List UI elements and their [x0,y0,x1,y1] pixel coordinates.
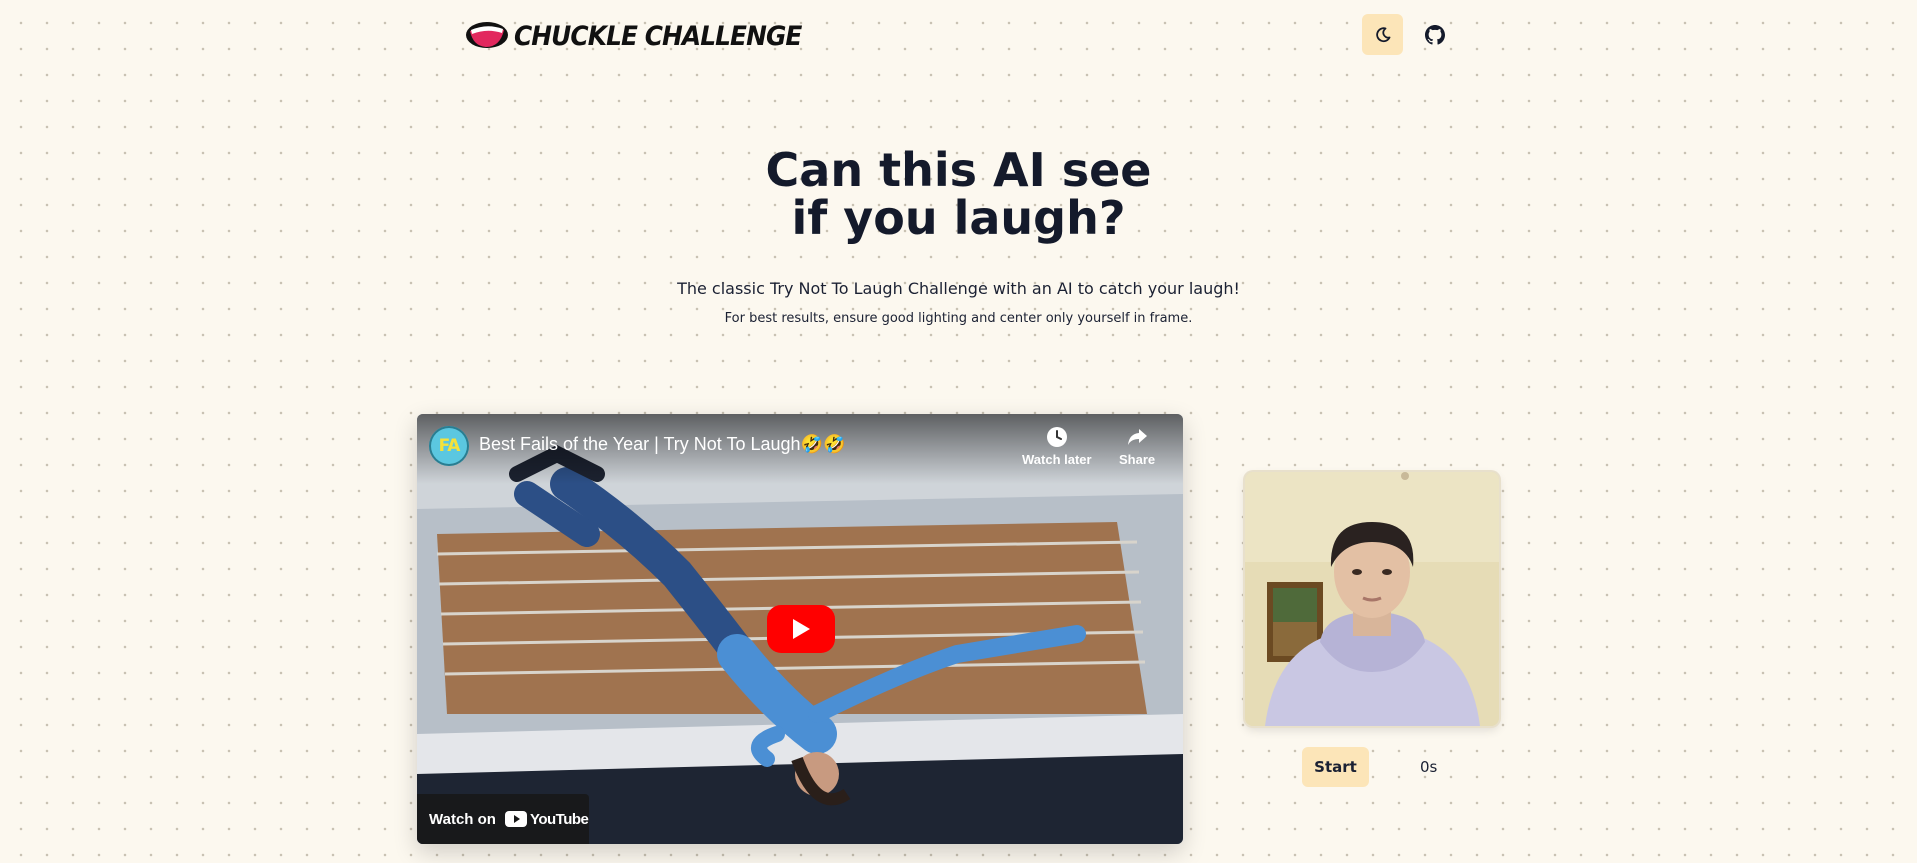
clock-icon [1046,427,1067,447]
github-icon [1424,24,1445,45]
page-title-line-1: Can this AI see [765,143,1152,197]
watch-on-youtube-link[interactable]: Watch on YouTube [417,794,589,844]
webcam-preview [1245,472,1499,726]
page-title: Can this AI see if you laugh? [0,146,1917,242]
share-icon [1128,429,1148,445]
youtube-icon [504,811,527,827]
channel-avatar[interactable]: FA [429,426,469,466]
watch-later-button[interactable]: Watch later [1022,426,1092,467]
timer-display: 0s [1420,758,1438,776]
share-label: Share [1119,452,1156,467]
youtube-logo: YouTube [504,810,589,828]
video-title[interactable]: Best Fails of the Year | Try Not To Laug… [479,434,845,455]
theme-toggle-button[interactable] [1362,14,1403,55]
play-icon [793,619,810,639]
app-logo[interactable]: CHUCKLE CHALLENGE [464,18,826,54]
moon-icon [1375,26,1390,42]
laughing-mouth-icon [466,22,508,48]
start-button[interactable]: Start [1302,747,1369,787]
github-link[interactable] [1414,14,1455,55]
play-button[interactable] [767,605,835,653]
lighting-hint: For best results, ensure good lighting a… [724,311,1193,326]
page-title-line-2: if you laugh? [791,191,1126,245]
youtube-wordmark: YouTube [529,810,589,828]
page-subtitle: The classic Try Not To Laugh Challenge w… [677,279,1240,298]
logo-text: CHUCKLE CHALLENGE [514,20,802,52]
youtube-video-embed[interactable]: FA Best Fails of the Year | Try Not To L… [417,414,1183,844]
watch-on-label: Watch on [429,810,496,828]
share-button[interactable]: Share [1119,426,1155,467]
webcam-feed [1245,472,1499,726]
watch-later-label: Watch later [1022,452,1092,467]
